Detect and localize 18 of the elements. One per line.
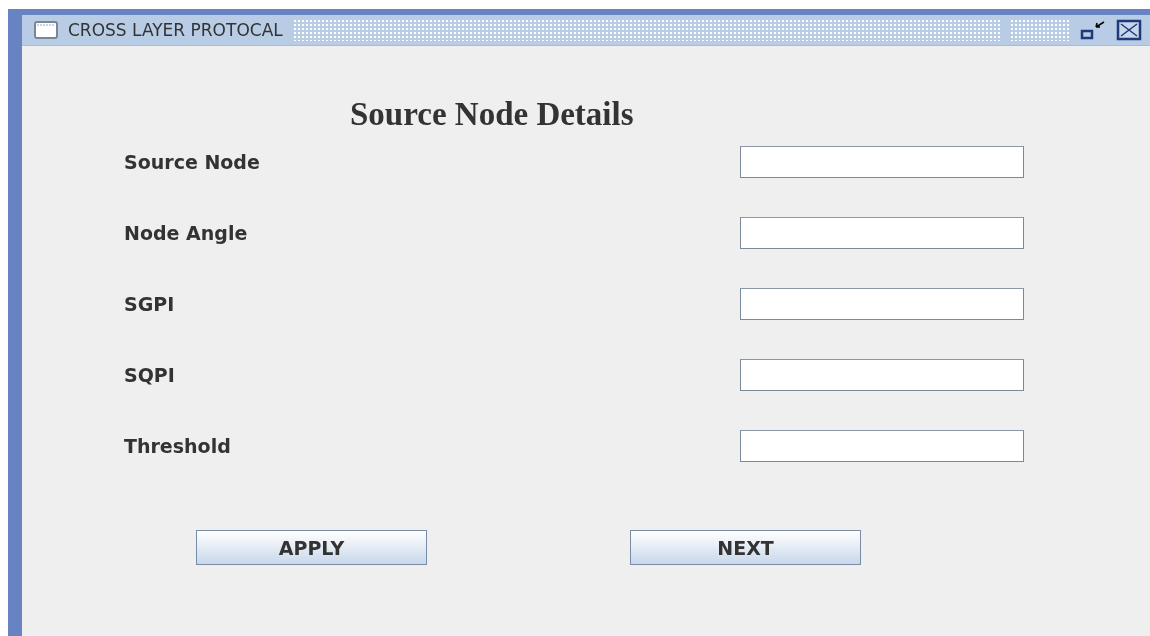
field-label: Source Node (124, 151, 260, 173)
action-button[interactable]: NEXT (630, 530, 861, 565)
input-field[interactable] (740, 146, 1024, 178)
input-field[interactable] (740, 430, 1024, 462)
field-label: SGPI (124, 293, 175, 315)
field-label: Node Angle (124, 222, 248, 244)
field-label: SQPI (124, 364, 175, 386)
title-grip (1010, 19, 1070, 41)
action-button[interactable]: APPLY (196, 530, 427, 565)
restore-icon[interactable] (1080, 19, 1106, 41)
field-label: Threshold (124, 435, 231, 457)
close-icon[interactable] (1116, 19, 1142, 41)
input-field[interactable] (740, 359, 1024, 391)
window-icon (34, 21, 58, 39)
form-heading: Source Node Details (350, 95, 634, 134)
input-field[interactable] (740, 217, 1024, 249)
window-title: CROSS LAYER PROTOCAL (68, 20, 283, 40)
input-field[interactable] (740, 288, 1024, 320)
